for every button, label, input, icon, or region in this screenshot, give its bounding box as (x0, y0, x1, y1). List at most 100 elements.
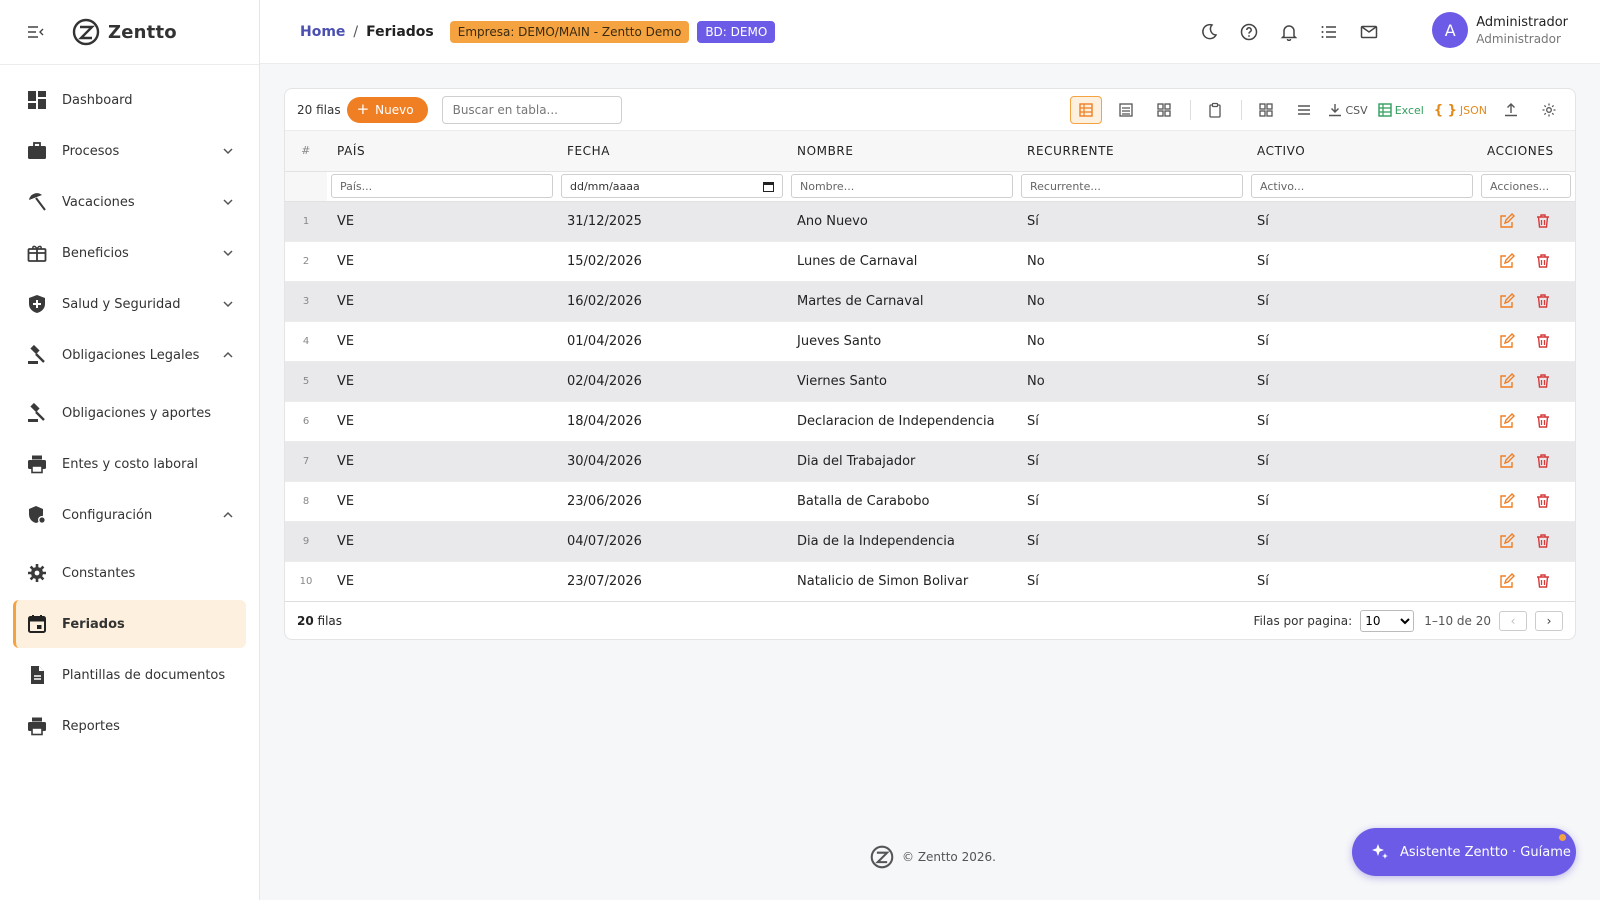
card-view-icon[interactable] (1150, 96, 1178, 124)
table-row[interactable]: 1 VE 31/12/2025 Ano Nuevo Sí Sí (285, 201, 1575, 242)
group-grid-icon[interactable] (1252, 96, 1280, 124)
edit-icon[interactable] (1495, 369, 1519, 393)
avatar[interactable]: A (1432, 12, 1469, 48)
export-json-button[interactable]: { } JSON (1434, 96, 1487, 124)
table-row[interactable]: 10 VE 23/07/2026 Natalicio de Simon Bolivar… (285, 561, 1575, 602)
sidebar-item-plantillas-de-documentos[interactable]: Plantillas de documentos (13, 651, 246, 699)
cell-activo: Sí (1247, 401, 1477, 442)
table-row[interactable]: 9 VE 04/07/2026 Dia de la Independencia Sí Sí (285, 521, 1575, 562)
sidebar-item-feriados[interactable]: Feriados (13, 600, 246, 648)
clipboard-icon[interactable] (1201, 96, 1229, 124)
next-page-button[interactable]: › (1535, 611, 1563, 631)
chevron-down-icon[interactable] (222, 247, 234, 259)
cell-pais: VE (327, 201, 557, 242)
chevron-up-icon[interactable] (222, 509, 234, 521)
cell-fecha: 31/12/2025 (557, 201, 787, 242)
delete-trash-icon[interactable] (1531, 449, 1555, 473)
sidebar-item-entes-y-costo-laboral[interactable]: Entes y costo laboral (13, 440, 246, 488)
delete-trash-icon[interactable] (1531, 289, 1555, 313)
chevron-up-icon[interactable] (222, 349, 234, 361)
column-header-nombre[interactable]: NOMBRE (787, 131, 1017, 171)
rows-per-page-select[interactable]: 10 (1360, 610, 1415, 632)
filter-fecha-date-input[interactable]: dd/mm/aaaa (561, 174, 783, 198)
edit-icon[interactable] (1495, 209, 1519, 233)
delete-trash-icon[interactable] (1531, 249, 1555, 273)
assistant-button[interactable]: Asistente Zentto · Guíame (1352, 828, 1576, 876)
sidebar-item-beneficios[interactable]: Beneficios (13, 229, 246, 277)
breadcrumb-home-link[interactable]: Home (300, 24, 345, 40)
delete-trash-icon[interactable] (1531, 569, 1555, 593)
sidebar-item-salud-y-seguridad[interactable]: Salud y Seguridad (13, 280, 246, 328)
prev-page-button[interactable]: ‹ (1499, 611, 1527, 631)
sidebar-item-vacaciones[interactable]: Vacaciones (13, 178, 246, 226)
sidebar-item-configuración[interactable]: Configuración (13, 491, 246, 539)
filter-pais-input[interactable] (331, 174, 553, 198)
delete-trash-icon[interactable] (1531, 529, 1555, 553)
grid-toolbar: 20 filas + Nuevo Buscar en tabla... CSV … (285, 89, 1575, 131)
filter-acciones-input[interactable] (1481, 174, 1571, 198)
delete-trash-icon[interactable] (1531, 489, 1555, 513)
sidebar-item-dashboard[interactable]: Dashboard (13, 76, 246, 124)
sidebar-item-procesos[interactable]: Procesos (13, 127, 246, 175)
chevron-down-icon[interactable] (222, 196, 234, 208)
delete-trash-icon[interactable] (1531, 209, 1555, 233)
table-search-input[interactable] (441, 95, 622, 124)
delete-trash-icon[interactable] (1531, 409, 1555, 433)
toolbar-divider (1190, 100, 1192, 120)
edit-icon[interactable] (1495, 449, 1519, 473)
chevron-down-icon[interactable] (222, 298, 234, 310)
density-lines-icon[interactable] (1290, 96, 1318, 124)
printer-icon (26, 715, 48, 737)
column-header-fecha[interactable]: FECHA (557, 131, 787, 171)
cell-acciones (1477, 561, 1575, 602)
table-row[interactable]: 8 VE 23/06/2026 Batalla de Carabobo Sí Sí (285, 481, 1575, 522)
cell-acciones (1477, 361, 1575, 402)
user-menu[interactable]: A Administrador Administrador (1432, 12, 1568, 48)
table-row[interactable]: 5 VE 02/04/2026 Viernes Santo No Sí (285, 361, 1575, 402)
cell-nombre: Dia del Trabajador (787, 441, 1017, 482)
filter-activo-input[interactable] (1251, 174, 1473, 198)
mail-icon[interactable] (1358, 21, 1380, 43)
table-row[interactable]: 3 VE 16/02/2026 Martes de Carnaval No Sí (285, 281, 1575, 322)
settings-gear-icon[interactable] (1535, 96, 1563, 124)
sidebar-item-constantes[interactable]: Constantes (13, 549, 246, 597)
table-row[interactable]: 2 VE 15/02/2026 Lunes de Carnaval No Sí (285, 241, 1575, 282)
notifications-bell-icon[interactable] (1278, 21, 1300, 43)
edit-icon[interactable] (1495, 529, 1519, 553)
cell-activo: Sí (1247, 521, 1477, 562)
column-header-activo[interactable]: ACTIVO (1247, 131, 1477, 171)
new-button[interactable]: + Nuevo (346, 96, 428, 123)
column-header-recurrente[interactable]: RECURRENTE (1017, 131, 1247, 171)
dark-mode-moon-icon[interactable] (1198, 21, 1220, 43)
table-view-icon[interactable] (1070, 96, 1103, 124)
delete-trash-icon[interactable] (1531, 329, 1555, 353)
edit-icon[interactable] (1495, 249, 1519, 273)
table-row[interactable]: 6 VE 18/04/2026 Declaracion de Independenci… (285, 401, 1575, 442)
edit-icon[interactable] (1495, 329, 1519, 353)
edit-icon[interactable] (1495, 569, 1519, 593)
sidebar-item-reportes[interactable]: Reportes (13, 702, 246, 750)
sidebar-item-obligaciones-y-aportes[interactable]: Obligaciones y aportes (13, 389, 246, 437)
export-csv-button[interactable]: CSV (1328, 96, 1368, 124)
table-row[interactable]: 4 VE 01/04/2026 Jueves Santo No Sí (285, 321, 1575, 362)
task-list-icon[interactable] (1318, 21, 1340, 43)
list-view-icon[interactable] (1112, 96, 1140, 124)
sidebar-item-obligaciones-legales[interactable]: Obligaciones Legales (13, 331, 246, 379)
export-excel-button[interactable]: Excel (1377, 96, 1424, 124)
chevron-down-icon[interactable] (222, 145, 234, 157)
column-header-pais[interactable]: PAÍS (327, 131, 557, 171)
shield-icon (26, 293, 48, 315)
upload-icon[interactable] (1497, 96, 1525, 124)
filter-recurrente-input[interactable] (1021, 174, 1243, 198)
filter-nombre-input[interactable] (791, 174, 1013, 198)
cell-activo: Sí (1247, 201, 1477, 242)
edit-icon[interactable] (1495, 489, 1519, 513)
calendar-picker-icon[interactable] (763, 181, 774, 192)
delete-trash-icon[interactable] (1531, 369, 1555, 393)
table-row[interactable]: 7 VE 30/04/2026 Dia del Trabajador Sí Sí (285, 441, 1575, 482)
help-icon[interactable] (1238, 21, 1260, 43)
sidebar-item-label: Dashboard (62, 92, 133, 108)
edit-icon[interactable] (1495, 289, 1519, 313)
menu-collapse-icon[interactable] (28, 25, 44, 39)
edit-icon[interactable] (1495, 409, 1519, 433)
